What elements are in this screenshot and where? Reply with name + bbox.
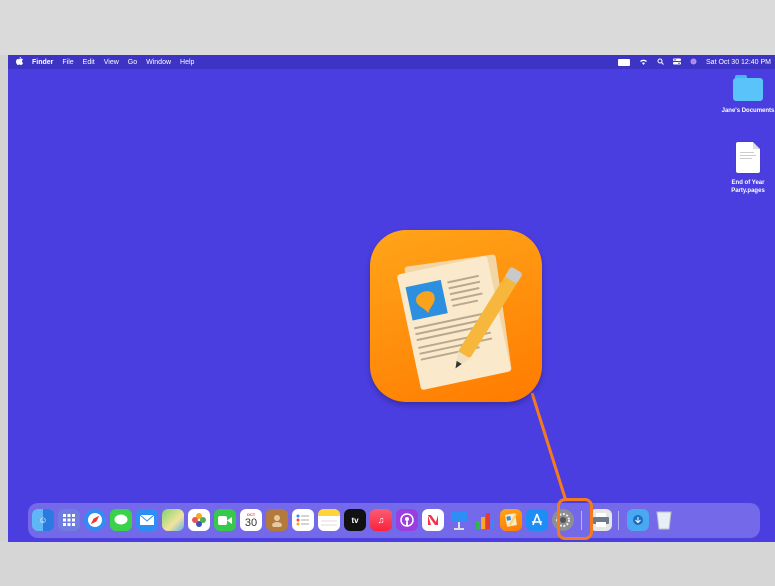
facetime-icon[interactable] [214,509,236,531]
podcasts-icon[interactable] [396,509,418,531]
calendar-day: 30 [244,516,258,529]
calendar-icon[interactable]: OCT 30 [240,509,262,531]
app-store-icon[interactable] [526,509,548,531]
dock-separator [618,511,619,530]
messages-icon[interactable] [110,509,132,531]
bottom-frame [0,542,775,586]
music-icon[interactable]: ♫ [370,509,392,531]
mail-icon[interactable] [136,509,158,531]
tv-label: tv [351,515,359,525]
dock: ☺ OCT 30 tv ♫ [28,503,760,538]
printer-icon[interactable] [590,509,612,531]
top-frame [0,0,775,55]
finder-icon[interactable]: ☺ [32,509,54,531]
contacts-icon[interactable] [266,509,288,531]
mac-desktop-screen: Finder File Edit View Go Window Help Sat… [8,55,775,542]
trash-icon[interactable] [653,509,675,531]
downloads-folder-icon[interactable] [627,509,649,531]
notes-icon[interactable] [318,509,340,531]
pages-app-icon-enlarged [370,230,542,402]
pages-icon[interactable] [500,509,522,531]
photos-icon[interactable] [188,509,210,531]
apple-tv-icon[interactable]: tv [344,509,366,531]
launchpad-icon[interactable] [58,509,80,531]
safari-icon[interactable] [84,509,106,531]
numbers-icon[interactable] [474,509,496,531]
pages-dock-highlight [557,498,593,540]
reminders-icon[interactable] [292,509,314,531]
news-icon[interactable] [422,509,444,531]
maps-icon[interactable] [162,509,184,531]
keynote-icon[interactable] [448,509,470,531]
